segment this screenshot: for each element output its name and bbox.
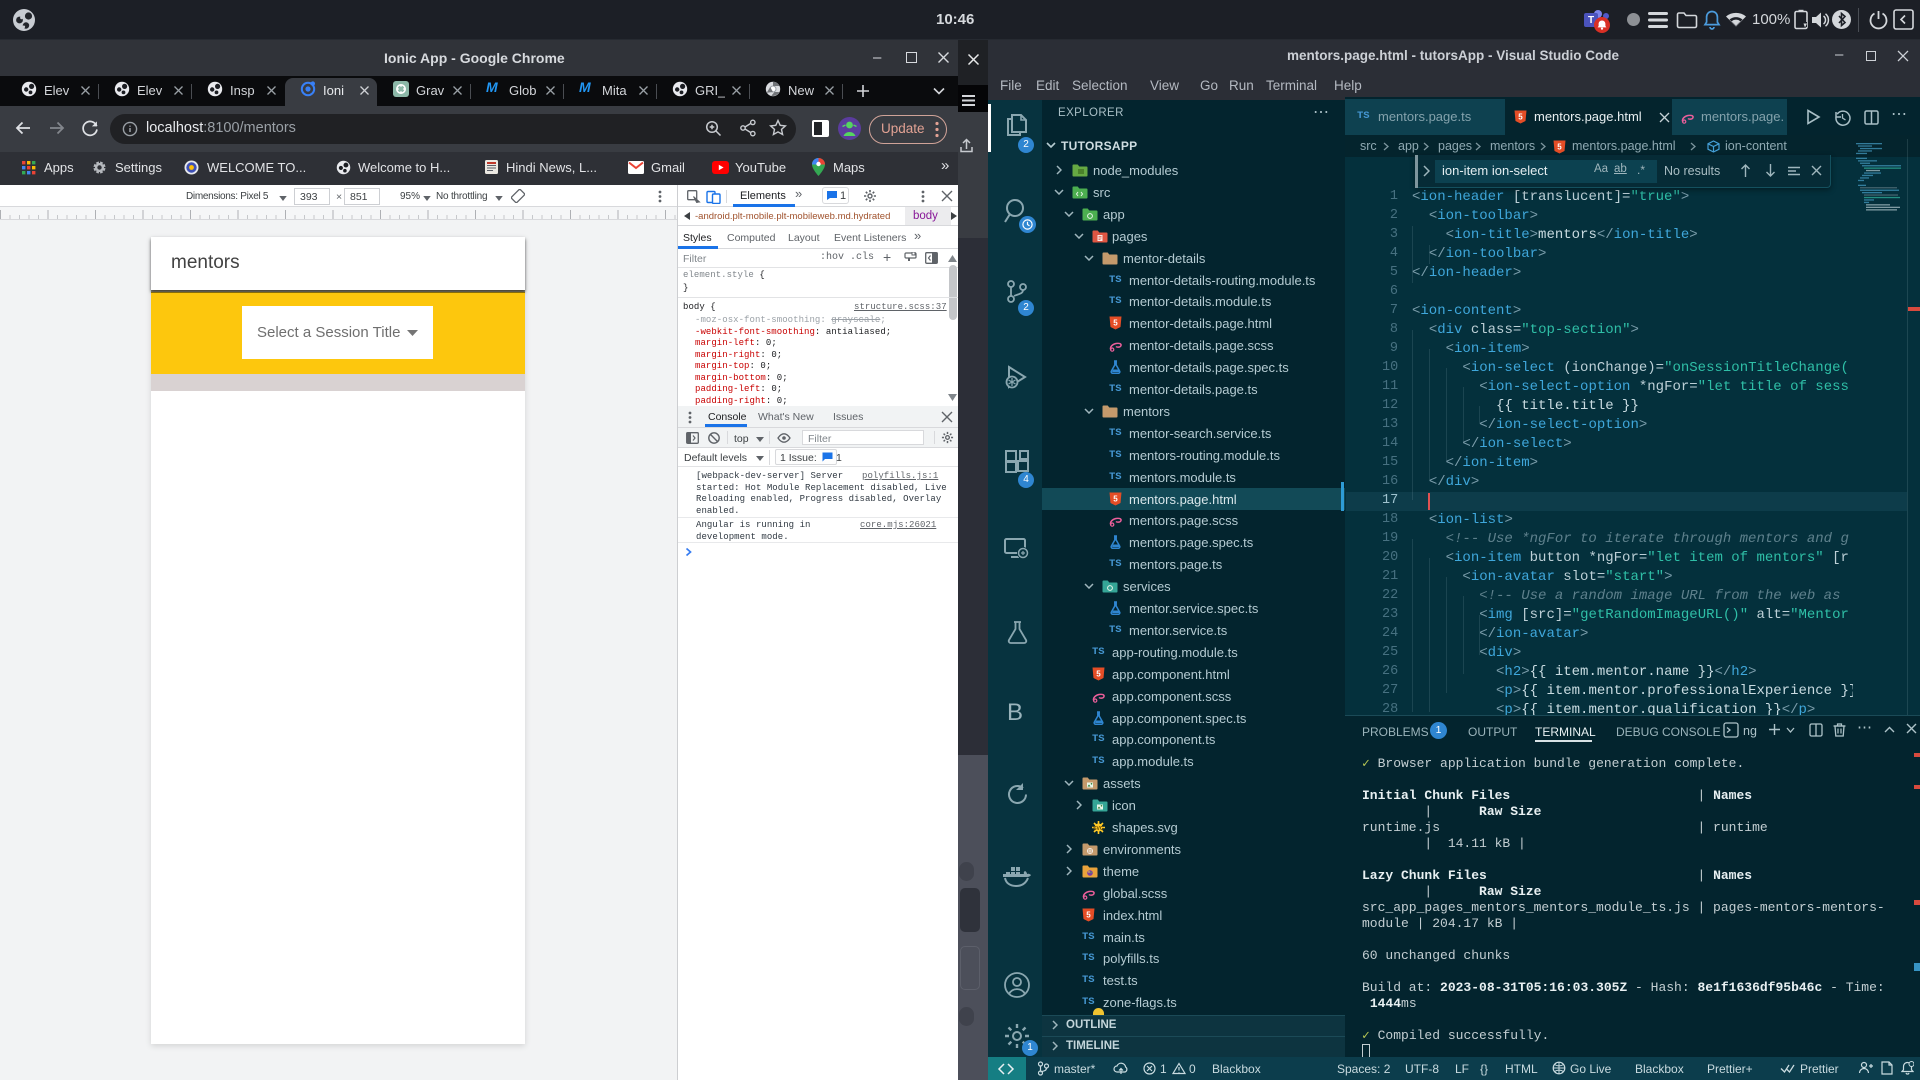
svg-text:5: 5: [1086, 910, 1091, 919]
svg-text:SVG: SVG: [1093, 826, 1104, 832]
svg-text:5: 5: [1518, 113, 1523, 122]
svg-text:5: 5: [1096, 669, 1101, 678]
svg-text:T: T: [1588, 15, 1594, 26]
svg-text:5: 5: [1113, 494, 1118, 503]
svg-text:5: 5: [1557, 143, 1562, 152]
svg-text:5: 5: [1113, 319, 1118, 328]
